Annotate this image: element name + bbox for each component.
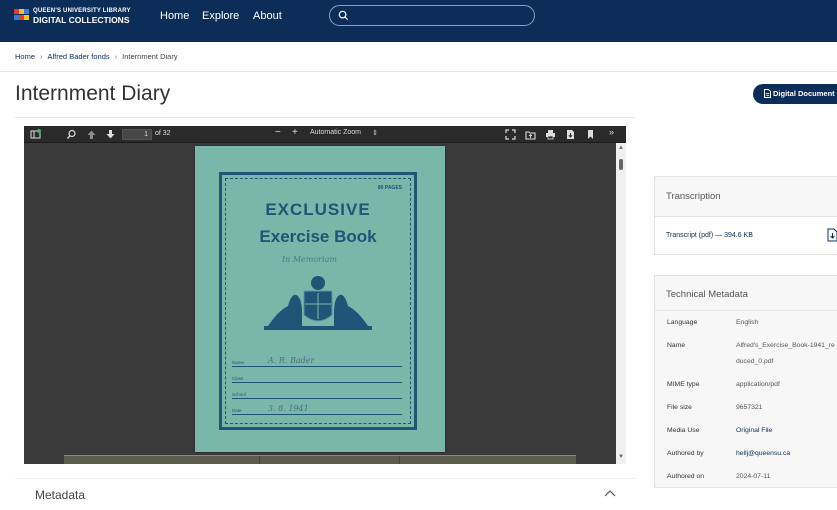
find-icon[interactable] bbox=[66, 129, 77, 140]
transcript-link[interactable]: Transcript (pdf) — 394.6 KB bbox=[666, 232, 753, 239]
bookmark-icon[interactable] bbox=[585, 129, 596, 140]
transcription-heading: Transcription bbox=[655, 177, 837, 217]
cover-field-school: School bbox=[232, 385, 402, 399]
scroll-thumb[interactable] bbox=[619, 159, 623, 170]
transcription-panel: Transcription Transcript (pdf) — 394.6 K… bbox=[654, 176, 837, 255]
tm-value: application/pdf bbox=[736, 381, 780, 388]
cover-title-line2: Exercise Book bbox=[259, 227, 377, 246]
breadcrumb: Home › Alfred Bader fonds › Internment Diary bbox=[15, 52, 178, 61]
nav-explore[interactable]: Explore bbox=[202, 10, 239, 22]
divider bbox=[0, 71, 837, 72]
pdf-viewer: 1 of 32 − + Automatic Zoom ⇕ » 80 PAGES … bbox=[24, 126, 626, 464]
tm-label: Authored on bbox=[667, 473, 705, 480]
technical-metadata-heading: Technical Metadata bbox=[655, 276, 837, 311]
nav-about[interactable]: About bbox=[253, 10, 282, 22]
digital-document-button[interactable]: Digital Document bbox=[753, 84, 837, 104]
download-icon[interactable] bbox=[565, 129, 576, 140]
royal-crest-icon bbox=[264, 276, 372, 330]
metadata-heading[interactable]: Metadata bbox=[35, 488, 85, 502]
field-handwriting: 3. 8. 1941 bbox=[268, 404, 309, 413]
logo-text-line1: QUEEN'S UNIVERSITY LIBRARY bbox=[33, 8, 131, 14]
tm-label: Language bbox=[667, 319, 698, 326]
zoom-in-button[interactable]: + bbox=[292, 127, 298, 138]
sidebar-toggle-icon[interactable] bbox=[30, 129, 41, 140]
search-icon bbox=[338, 10, 349, 21]
transcription-body: Transcript (pdf) — 394.6 KB bbox=[655, 217, 837, 254]
document-page: 80 PAGES EXCLUSIVE Exercise Book In Memo… bbox=[195, 146, 445, 452]
tm-label: MIME type bbox=[667, 381, 700, 388]
tm-label: Name bbox=[667, 342, 686, 349]
nav-home[interactable]: Home bbox=[160, 10, 189, 22]
print-icon[interactable] bbox=[545, 129, 556, 140]
tm-value-link[interactable]: hellj@queensu.ca bbox=[736, 446, 836, 462]
scroll-down-icon[interactable]: ▼ bbox=[618, 454, 624, 460]
site-logo[interactable]: QUEEN'S UNIVERSITY LIBRARY DIGITAL COLLE… bbox=[14, 7, 134, 25]
scroll-up-icon[interactable]: ▲ bbox=[618, 145, 624, 151]
divider bbox=[15, 117, 635, 118]
tm-label: File size bbox=[667, 404, 692, 411]
field-handwriting: A. R. Bader bbox=[268, 356, 315, 365]
file-download-icon[interactable] bbox=[827, 228, 837, 242]
tm-label: Media Use bbox=[667, 427, 700, 434]
logo-mark-icon bbox=[14, 9, 30, 21]
tm-label: Authored by bbox=[667, 450, 704, 457]
field-label: School bbox=[232, 392, 246, 397]
breadcrumb-current: Internment Diary bbox=[122, 52, 178, 61]
divider bbox=[15, 478, 635, 479]
page-number-input[interactable]: 1 bbox=[122, 129, 152, 140]
technical-metadata-body: Language English Name Alfred's_Exercise_… bbox=[655, 311, 837, 487]
open-file-icon[interactable] bbox=[525, 129, 536, 140]
chevron-right-icon: › bbox=[40, 52, 43, 61]
technical-metadata-panel: Technical Metadata Language English Name… bbox=[654, 275, 837, 488]
pdf-toolbar: 1 of 32 − + Automatic Zoom ⇕ » bbox=[24, 126, 626, 143]
document-icon bbox=[764, 89, 771, 98]
breadcrumb-home[interactable]: Home bbox=[15, 52, 35, 61]
tm-value-link[interactable]: Original File bbox=[736, 423, 836, 439]
next-page-preview bbox=[64, 455, 576, 464]
chevron-right-icon: › bbox=[114, 52, 118, 61]
search-input[interactable] bbox=[329, 5, 535, 26]
cover-fields: Name A. R. Bader Class School Date 3. 8.… bbox=[232, 353, 402, 417]
field-label: Date bbox=[232, 408, 242, 413]
chevron-up-icon[interactable] bbox=[604, 489, 616, 497]
digital-document-label: Digital Document bbox=[773, 89, 835, 98]
zoom-select[interactable]: Automatic Zoom ⇕ bbox=[310, 129, 380, 140]
field-label: Name bbox=[232, 360, 245, 365]
tools-menu-icon[interactable]: » bbox=[609, 127, 614, 137]
zoom-out-button[interactable]: − bbox=[275, 127, 281, 138]
page-count: of 32 bbox=[155, 130, 171, 137]
tm-value: 2024-07-11 bbox=[736, 473, 771, 480]
cover-pages-label: 80 PAGES bbox=[377, 185, 402, 191]
next-page-icon[interactable] bbox=[105, 129, 116, 140]
top-nav-bar: QUEEN'S UNIVERSITY LIBRARY DIGITAL COLLE… bbox=[0, 0, 837, 42]
cover-field-class: Class bbox=[232, 369, 402, 383]
cover-border: 80 PAGES EXCLUSIVE Exercise Book In Memo… bbox=[219, 172, 417, 430]
page-title: Internment Diary bbox=[15, 82, 171, 105]
cover-field-date: Date 3. 8. 1941 bbox=[232, 401, 402, 415]
tm-value: English bbox=[736, 319, 759, 326]
zoom-value: Automatic Zoom bbox=[310, 129, 361, 136]
presentation-mode-icon[interactable] bbox=[505, 129, 516, 140]
previous-page-icon[interactable] bbox=[86, 129, 97, 140]
logo-text-line2: DIGITAL COLLECTIONS bbox=[33, 15, 130, 25]
tm-value: Alfred's_Exercise_Book-1941_reduced_0.pd… bbox=[736, 342, 835, 365]
select-caret-icon: ⇕ bbox=[372, 130, 378, 137]
cover-field-name: Name A. R. Bader bbox=[232, 353, 402, 367]
tm-value: 9657321 bbox=[736, 404, 763, 411]
field-label: Class bbox=[232, 376, 244, 381]
cover-handwriting: In Memoriam bbox=[282, 255, 337, 264]
viewer-scrollbar[interactable]: ▲ ▼ bbox=[616, 143, 626, 464]
cover-title-line1: EXCLUSIVE bbox=[265, 200, 371, 219]
breadcrumb-collection[interactable]: Alfred Bader fonds bbox=[48, 52, 110, 61]
